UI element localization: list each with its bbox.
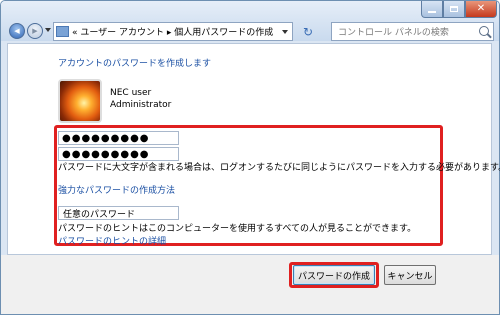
close-icon: ✕	[476, 3, 486, 14]
user-role: Administrator	[110, 100, 172, 110]
refresh-button[interactable]: ↻	[300, 23, 316, 40]
search-placeholder: コントロール パネルの検索	[338, 28, 449, 38]
title-bar: ✕ ◀ ▶ « ユーザー アカウント ▸ 個人用パスワードの作成 ↻ コントロー…	[1, 1, 499, 41]
search-icon[interactable]	[479, 26, 489, 36]
password-hint-field[interactable]: 任意のパスワード	[58, 206, 179, 220]
back-arrow-icon: ◀	[14, 27, 20, 35]
refresh-icon: ↻	[302, 24, 314, 39]
control-panel-icon	[56, 26, 69, 37]
create-password-button[interactable]: パスワードの作成	[293, 265, 375, 285]
breadcrumb[interactable]: « ユーザー アカウント ▸ 個人用パスワードの作成	[72, 25, 273, 38]
case-sensitivity-note: パスワードに大文字が含まれる場合は、ログオンするたびに同じようにパスワードを入力…	[58, 163, 500, 173]
page-title: アカウントのパスワードを作成します	[58, 59, 212, 69]
address-bar[interactable]: « ユーザー アカウント ▸ 個人用パスワードの作成	[53, 22, 293, 41]
new-password-field[interactable]: ●●●●●●●●●	[58, 131, 179, 145]
close-button[interactable]: ✕	[465, 1, 497, 18]
cancel-button[interactable]: キャンセル	[384, 265, 436, 285]
password-hint-link[interactable]: パスワードのヒントの詳細	[58, 234, 166, 247]
forward-arrow-icon: ▶	[32, 27, 38, 35]
chevron-down-icon[interactable]	[282, 30, 288, 34]
maximize-button[interactable]	[443, 1, 465, 18]
minimize-icon	[428, 11, 436, 13]
confirm-password-field[interactable]: ●●●●●●●●●	[58, 147, 179, 161]
strong-password-link[interactable]: 強力なパスワードの作成方法	[58, 183, 175, 196]
search-input[interactable]: コントロール パネルの検索	[331, 22, 494, 41]
forward-button[interactable]: ▶	[27, 23, 43, 39]
minimize-button[interactable]	[421, 1, 443, 18]
recent-pages-dropdown[interactable]	[45, 28, 51, 32]
back-button[interactable]: ◀	[9, 23, 25, 39]
hint-visibility-note: パスワードのヒントはこのコンピューターを使用するすべての人が見ることができます。	[58, 224, 417, 234]
user-avatar	[58, 79, 102, 123]
user-name: NEC user	[110, 88, 152, 98]
maximize-icon	[450, 6, 458, 12]
